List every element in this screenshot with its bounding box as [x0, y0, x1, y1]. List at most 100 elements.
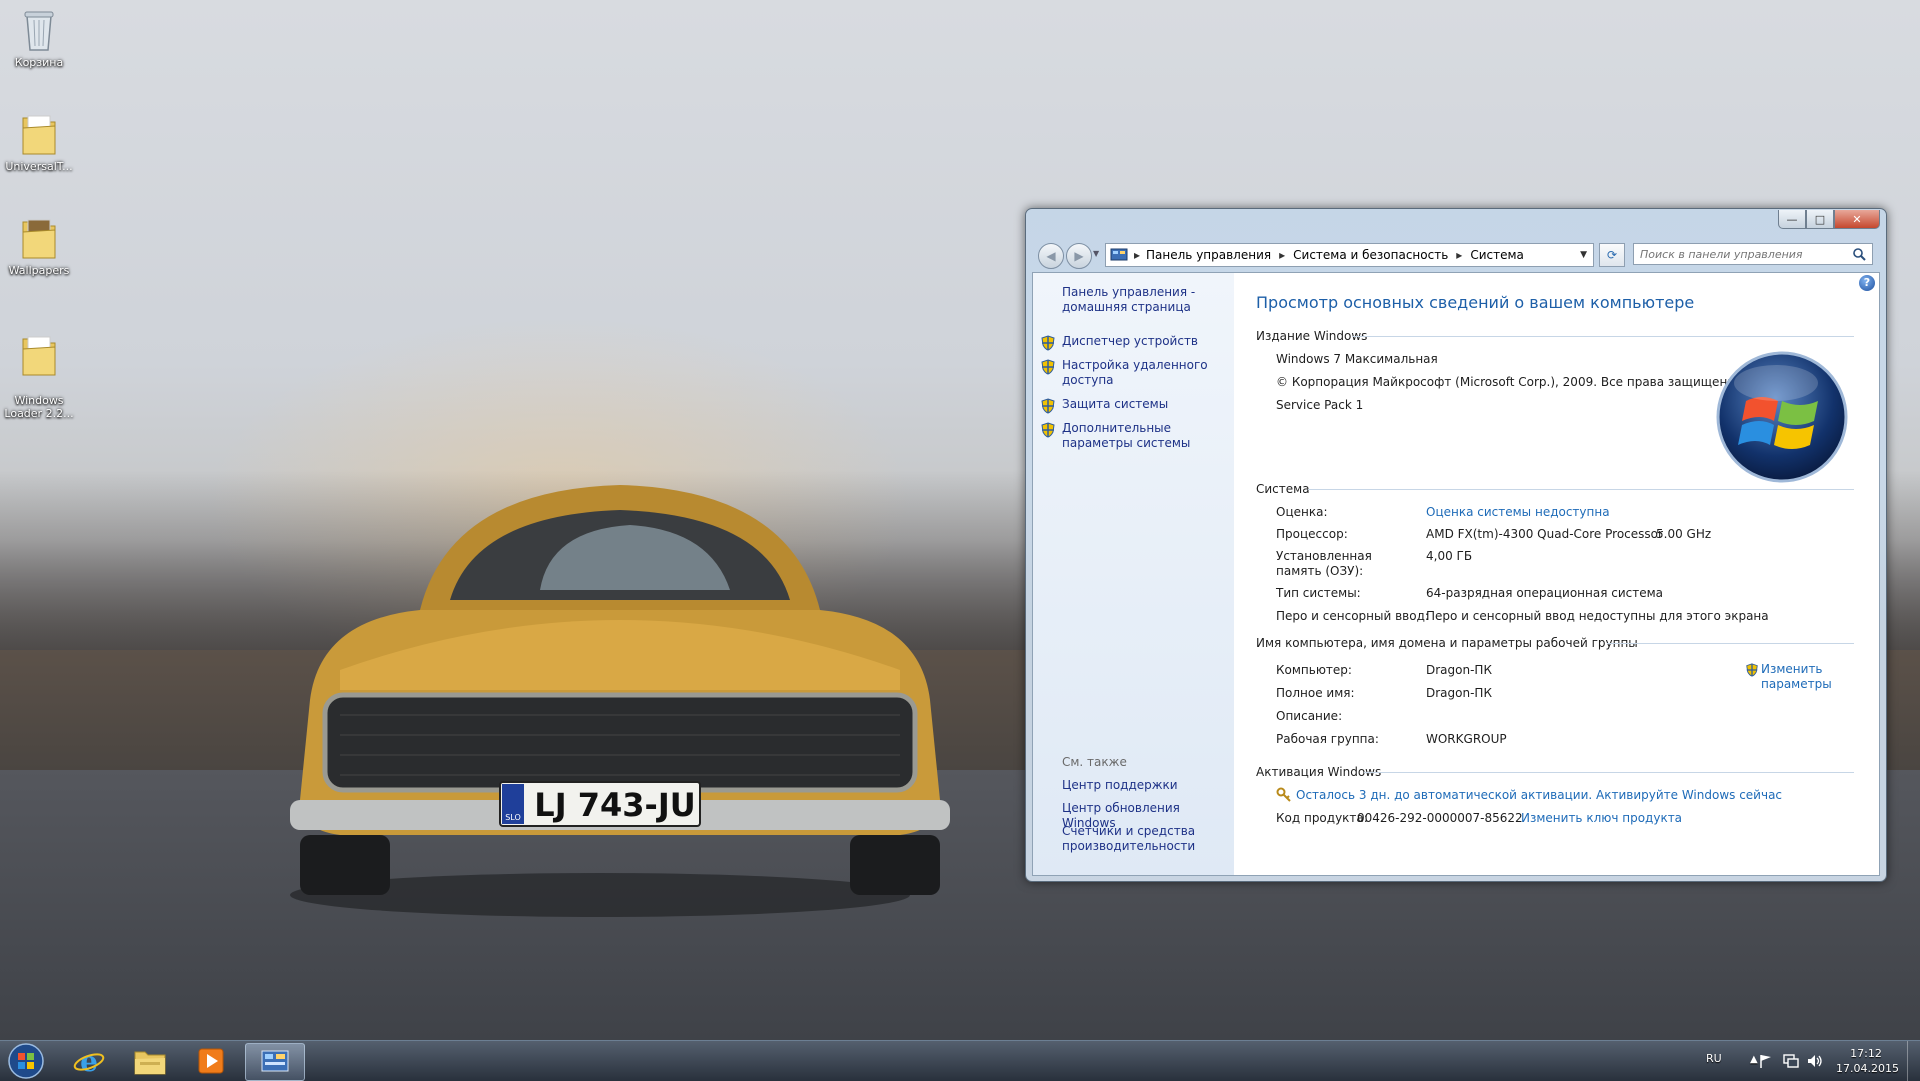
desktop-icon-wallpapers[interactable]: Wallpapers — [2, 214, 76, 277]
task-label: Дополнительные параметры системы — [1062, 421, 1191, 450]
breadcrumb-separator-icon: ▸ — [1456, 248, 1463, 262]
task-device-manager[interactable]: Диспетчер устройств — [1041, 334, 1237, 351]
task-advanced-settings[interactable]: Дополнительные параметры системы — [1041, 421, 1237, 451]
desktop-icon-recycle-bin[interactable]: Корзина — [2, 6, 76, 69]
system-properties-window: — □ ✕ ◀ ▶ ▼ ▸ Панель управления ▸ Систем… — [1025, 208, 1887, 882]
show-desktop-button[interactable] — [1907, 1041, 1920, 1081]
task-label: Защита системы — [1062, 397, 1169, 411]
computer-name-value: Dragon-ПК — [1426, 663, 1492, 677]
computer-name-label: Компьютер: — [1276, 663, 1352, 677]
system-type-label: Тип системы: — [1276, 586, 1361, 600]
cpu-speed: 5.00 GHz — [1656, 527, 1712, 541]
full-name-label: Полное имя: — [1276, 686, 1355, 700]
desktop-icon-label: Windows Loader 2.2... — [4, 394, 74, 420]
windows-logo-icon — [1716, 351, 1848, 483]
see-also-performance[interactable]: Счетчики и средства производительности — [1062, 824, 1212, 854]
task-pane: Панель управления - домашняя страница Ди… — [1033, 273, 1234, 875]
network-icon[interactable] — [1782, 1053, 1800, 1069]
control-panel-icon — [1110, 248, 1128, 261]
section-divider — [1352, 336, 1854, 337]
change-settings-link[interactable]: Изменить параметры — [1746, 662, 1861, 692]
edition-name: Windows 7 Максимальная — [1276, 352, 1438, 366]
history-dropdown-icon[interactable]: ▼ — [1093, 249, 1099, 258]
folder-icon — [22, 219, 56, 259]
pen-value: Перо и сенсорный ввод недоступны для это… — [1426, 609, 1769, 623]
section-edition-heading: Издание Windows — [1256, 329, 1368, 343]
clock[interactable]: 17:12 17.04.2015 — [1836, 1046, 1899, 1076]
maximize-button[interactable]: □ — [1806, 210, 1834, 229]
address-dropdown-icon[interactable]: ▼ — [1580, 250, 1587, 260]
caption-buttons: — □ ✕ — [1778, 210, 1880, 229]
refresh-icon: ⟳ — [1606, 248, 1618, 262]
pen-label: Перо и сенсорный ввод: — [1276, 609, 1429, 623]
address-bar[interactable]: ▸ Панель управления ▸ Система и безопасн… — [1105, 243, 1594, 267]
desktop-icon-label: UniversalT... — [5, 160, 73, 173]
section-divider — [1364, 772, 1854, 773]
section-divider — [1308, 489, 1854, 490]
forward-button[interactable]: ▶ — [1066, 243, 1092, 269]
breadcrumb-separator-icon: ▸ — [1279, 248, 1286, 262]
action-center-flag-icon[interactable] — [1758, 1053, 1774, 1069]
page-title: Просмотр основных сведений о вашем компь… — [1256, 293, 1695, 312]
breadcrumb-system-security[interactable]: Система и безопасность — [1293, 248, 1448, 262]
uac-shield-icon — [1041, 335, 1055, 351]
svg-text:e: e — [80, 1045, 98, 1077]
search-icon[interactable] — [1853, 247, 1866, 261]
cpu-value: AMD FX(tm)-4300 Quad-Core Processor — [1426, 527, 1663, 541]
refresh-button[interactable]: ⟳ — [1599, 243, 1625, 267]
taskbar: e RU ▲ 17:12 17.04.2015 — [0, 1040, 1920, 1081]
volume-icon[interactable] — [1806, 1053, 1824, 1069]
breadcrumb-system[interactable]: Система — [1470, 248, 1524, 262]
minimize-button[interactable]: — — [1778, 210, 1806, 229]
windows-explorer-icon — [134, 1051, 166, 1075]
see-also-action-center[interactable]: Центр поддержки — [1062, 778, 1237, 793]
language-indicator[interactable]: RU — [1706, 1052, 1722, 1065]
back-button[interactable]: ◀ — [1038, 243, 1064, 269]
close-button[interactable]: ✕ — [1834, 210, 1880, 229]
section-system-heading: Система — [1256, 482, 1310, 496]
task-remote-settings[interactable]: Настройка удаленного доступа — [1041, 358, 1237, 388]
desktop-icon-label: Wallpapers — [8, 264, 70, 277]
task-label: Диспетчер устройств — [1062, 334, 1199, 348]
taskbar-control-panel[interactable] — [245, 1043, 305, 1081]
desktop-icon-windows-loader[interactable]: Windows Loader 2.2... — [2, 318, 76, 420]
product-key-value: 00426-292-0000007-85622 — [1357, 811, 1523, 825]
breadcrumb-separator-icon: ▸ — [1134, 248, 1141, 262]
search-box[interactable] — [1633, 243, 1873, 265]
rating-label: Оценка: — [1276, 505, 1328, 519]
uac-shield-icon — [1041, 422, 1055, 438]
folder-icon — [22, 115, 56, 155]
clock-time: 17:12 — [1850, 1047, 1882, 1060]
ram-label: Установленная память (ОЗУ): — [1276, 549, 1372, 578]
workgroup-label: Рабочая группа: — [1276, 732, 1379, 746]
task-system-protection[interactable]: Защита системы — [1041, 397, 1237, 414]
control-panel-home-link[interactable]: Панель управления - домашняя страница — [1062, 285, 1212, 315]
task-label: Настройка удаленного доступа — [1062, 358, 1208, 387]
clock-date: 17.04.2015 — [1836, 1062, 1899, 1075]
activation-notice-link[interactable]: Осталось 3 дн. до автоматической активац… — [1296, 788, 1782, 802]
change-product-key-link[interactable]: Изменить ключ продукта — [1521, 811, 1682, 825]
license-plate: LJ 743-JU — [534, 786, 695, 824]
see-also-heading: См. также — [1062, 755, 1127, 769]
media-player-icon — [198, 1048, 224, 1074]
main-pane: ? Просмотр основных сведений о вашем ком… — [1234, 273, 1879, 875]
recycle-bin-icon — [24, 11, 54, 51]
search-input[interactable] — [1640, 247, 1840, 261]
taskbar-media-player[interactable] — [182, 1043, 240, 1079]
rating-link[interactable]: Оценка системы недоступна — [1426, 505, 1610, 519]
show-hidden-icons-icon[interactable]: ▲ — [1750, 1054, 1758, 1065]
edition-copyright: © Корпорация Майкрософт (Microsoft Corp.… — [1276, 375, 1741, 389]
taskbar-internet-explorer[interactable]: e — [60, 1043, 118, 1079]
description-label: Описание: — [1276, 709, 1343, 723]
taskbar-windows-explorer[interactable] — [121, 1043, 179, 1079]
help-icon[interactable]: ? — [1859, 275, 1875, 291]
uac-shield-icon — [1746, 663, 1758, 677]
desktop-icon-label: Корзина — [14, 56, 64, 69]
plate-country: SLO — [505, 813, 521, 822]
wallpaper-car: SLO LJ 743-JU — [290, 485, 950, 917]
start-button[interactable] — [0, 1043, 52, 1079]
service-pack: Service Pack 1 — [1276, 398, 1364, 412]
full-name-value: Dragon-ПК — [1426, 686, 1492, 700]
desktop-icon-universal-theme[interactable]: UniversalT... — [2, 110, 76, 173]
breadcrumb-control-panel[interactable]: Панель управления — [1146, 248, 1271, 262]
